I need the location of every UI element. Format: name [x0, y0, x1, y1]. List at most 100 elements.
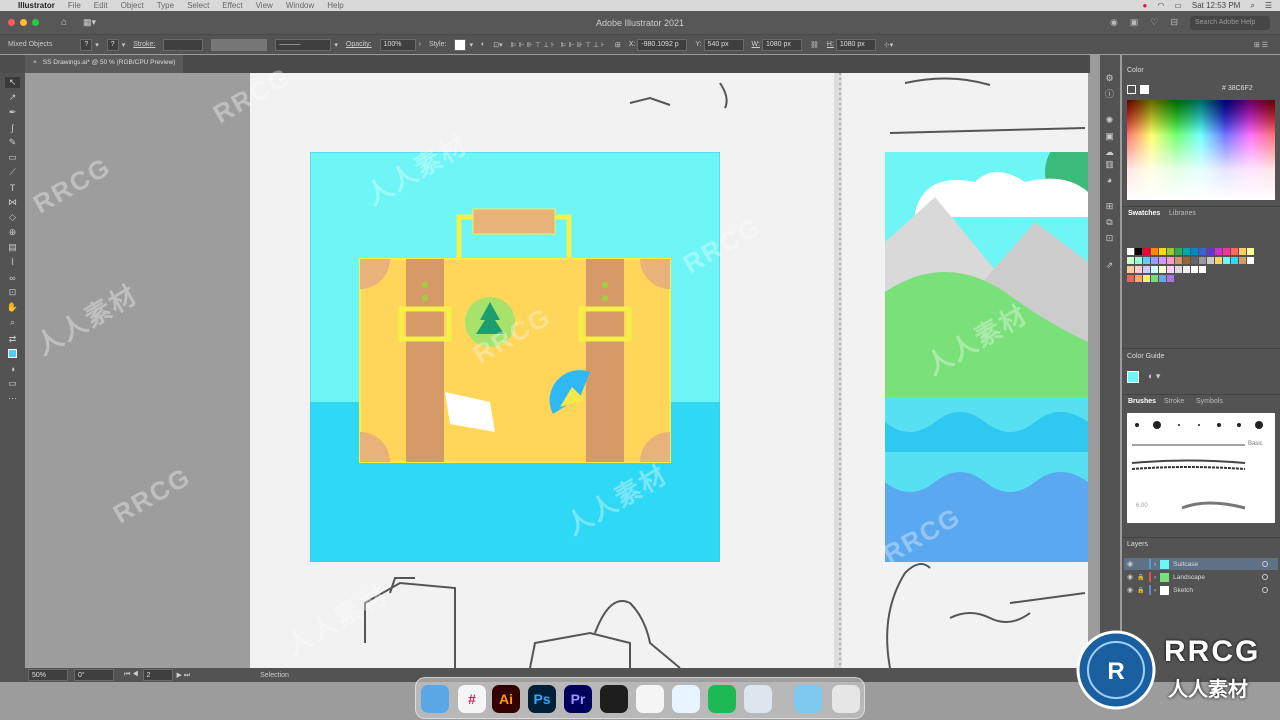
battery-icon[interactable]: ▭: [1174, 1, 1182, 10]
graphic-style-swatch[interactable]: [454, 38, 467, 51]
layers-panel-title[interactable]: Layers: [1127, 541, 1148, 548]
artboard-nav-prev-icon[interactable]: ⏮ ◀: [124, 671, 139, 679]
x-input[interactable]: -980.1092 p: [637, 38, 688, 51]
color-panel-title[interactable]: Color: [1127, 67, 1144, 74]
tab-stroke[interactable]: Stroke: [1164, 398, 1184, 405]
record-icon[interactable]: ●: [1142, 1, 1147, 10]
swatches-grid[interactable]: [1127, 230, 1275, 300]
align-to-icon[interactable]: ⊡▾: [493, 41, 502, 49]
folder-icon[interactable]: [794, 685, 822, 713]
harmony-base-color[interactable]: [1127, 371, 1139, 383]
spotify-icon[interactable]: [708, 685, 736, 713]
arrange-icon[interactable]: ⊟: [1170, 17, 1178, 28]
document-tab[interactable]: × SS Drawings.ai* @ 50 % (RGB/CPU Previe…: [25, 55, 184, 73]
minimize-window-button[interactable]: [20, 19, 27, 26]
illustrator-icon[interactable]: Ai: [492, 685, 520, 713]
chrome-icon[interactable]: [636, 685, 664, 713]
info-icon[interactable]: ⓘ: [1104, 89, 1115, 100]
photoshop-icon[interactable]: Ps: [528, 685, 556, 713]
artboard-nav-next-icon[interactable]: ▶ ⏭: [177, 671, 191, 680]
stroke-weight-input[interactable]: [163, 38, 204, 51]
stroke-swatch[interactable]: ?: [106, 38, 119, 51]
pen-tool-icon[interactable]: ✒: [5, 107, 20, 118]
menu-effect[interactable]: Effect: [222, 1, 242, 10]
transform-icon[interactable]: ⊡: [1104, 233, 1115, 244]
w-input[interactable]: 1080 px: [761, 38, 802, 51]
premiere-icon[interactable]: Pr: [564, 685, 592, 713]
blend-tool-icon[interactable]: ∞: [5, 272, 20, 283]
fill-color-chip[interactable]: [1127, 85, 1136, 94]
swap-colors-icon[interactable]: ⇄: [5, 334, 20, 345]
wifi-icon[interactable]: ◠: [1157, 1, 1164, 10]
constrain-proportions-icon[interactable]: ⛓: [810, 41, 819, 49]
close-tab-icon[interactable]: ×: [33, 59, 37, 73]
align-icon[interactable]: ⊞: [1104, 201, 1115, 212]
brushes-list[interactable]: [1127, 413, 1275, 523]
menu-illustrator[interactable]: Illustrator: [18, 1, 55, 10]
artboard-sketch-paper[interactable]: [250, 73, 1088, 668]
paintbrush-tool-icon[interactable]: ⟋: [5, 167, 20, 178]
user-icon[interactable]: ◉: [1110, 17, 1118, 28]
visibility-eye-icon[interactable]: ◉: [1124, 586, 1136, 594]
recolor-icon[interactable]: ◐: [481, 41, 485, 48]
fill-swatch[interactable]: ?: [80, 38, 93, 51]
more-tools-icon[interactable]: ⋯: [5, 393, 20, 404]
landscape-artboard[interactable]: [885, 152, 1088, 562]
color-spectrum[interactable]: [1127, 100, 1275, 200]
visibility-eye-icon[interactable]: ◉: [1124, 573, 1136, 581]
tab-symbols[interactable]: Symbols: [1196, 398, 1223, 405]
menu-object[interactable]: Object: [121, 1, 144, 10]
tab-swatches[interactable]: Swatches: [1128, 210, 1160, 217]
curvature-tool-icon[interactable]: ∫: [5, 122, 20, 133]
menu-edit[interactable]: Edit: [94, 1, 108, 10]
layer-name[interactable]: Sketch: [1173, 587, 1193, 594]
h-input[interactable]: 1080 px: [835, 38, 876, 51]
menubar-clock[interactable]: Sat 12:53 PM: [1192, 1, 1240, 10]
finder-icon[interactable]: [421, 685, 449, 713]
color-mode-icon[interactable]: ◑: [5, 363, 20, 374]
type-tool-icon[interactable]: T: [5, 182, 20, 193]
layer-row-sketch[interactable]: ◉ 🔒 › Sketch: [1124, 584, 1278, 596]
home-icon[interactable]: ⌂: [61, 17, 67, 28]
menu-select[interactable]: Select: [187, 1, 209, 10]
panel-options-icon[interactable]: ⊞ ☰: [1254, 41, 1268, 49]
align-buttons[interactable]: ⊫⊩⊪⊤⊥⊦ ⊫⊩⊪⊤⊥⊦: [511, 41, 607, 49]
layer-name[interactable]: Suitcase: [1173, 561, 1198, 568]
slack-icon[interactable]: #: [458, 685, 486, 713]
shape-builder-tool-icon[interactable]: ⊕: [5, 227, 20, 238]
hex-value[interactable]: # 38C6F2: [1222, 85, 1253, 92]
lock-icon[interactable]: 🔒: [1136, 574, 1146, 581]
reference-point-icon[interactable]: ⊞: [615, 41, 621, 49]
artboard-number-select[interactable]: 2: [142, 669, 173, 681]
quicktime-icon[interactable]: [744, 685, 772, 713]
variable-width-profile[interactable]: [211, 38, 268, 51]
transform-options-icon[interactable]: ⊹▾: [884, 41, 893, 49]
menu-help[interactable]: Help: [327, 1, 343, 10]
transparency-icon[interactable]: ◕: [1104, 175, 1115, 186]
harmony-rules-icon[interactable]: ◐ ▾: [1148, 371, 1160, 382]
export-icon[interactable]: ⇗: [1104, 260, 1115, 271]
menu-type[interactable]: Type: [157, 1, 174, 10]
stroke-color-chip[interactable]: [1140, 85, 1149, 94]
layer-row-landscape[interactable]: ◉ 🔒 › Landscape: [1124, 571, 1278, 583]
layer-row-suitcase[interactable]: ◉ › Suitcase: [1124, 558, 1278, 570]
libraries-icon[interactable]: ☁: [1104, 147, 1115, 158]
rectangle-tool-icon[interactable]: ▭: [5, 152, 20, 163]
expand-chevron-icon[interactable]: ›: [1154, 561, 1156, 568]
target-circle-icon[interactable]: [1262, 561, 1268, 567]
y-input[interactable]: 540 px: [703, 38, 744, 51]
zoom-tool-icon[interactable]: ⌕: [5, 317, 20, 328]
stroke-label[interactable]: Stroke:: [133, 41, 155, 48]
pathfinder-icon[interactable]: ⧉: [1104, 217, 1115, 228]
suitcase-artboard[interactable]: [309, 151, 721, 563]
search-help-input[interactable]: Search Adobe Help: [1190, 15, 1270, 30]
trash-icon[interactable]: [832, 685, 860, 713]
zoom-level-select[interactable]: 50%: [28, 669, 68, 681]
selection-tool-icon[interactable]: ↖: [5, 77, 20, 88]
artboard-tool-icon[interactable]: ⊡: [5, 287, 20, 298]
visibility-eye-icon[interactable]: ◉: [1124, 560, 1136, 568]
share-icon[interactable]: ▣: [1130, 17, 1139, 28]
expand-chevron-icon[interactable]: ›: [1154, 587, 1156, 594]
learn-icon[interactable]: ♡: [1150, 17, 1158, 28]
gradient-icon[interactable]: ▥: [1104, 159, 1115, 170]
